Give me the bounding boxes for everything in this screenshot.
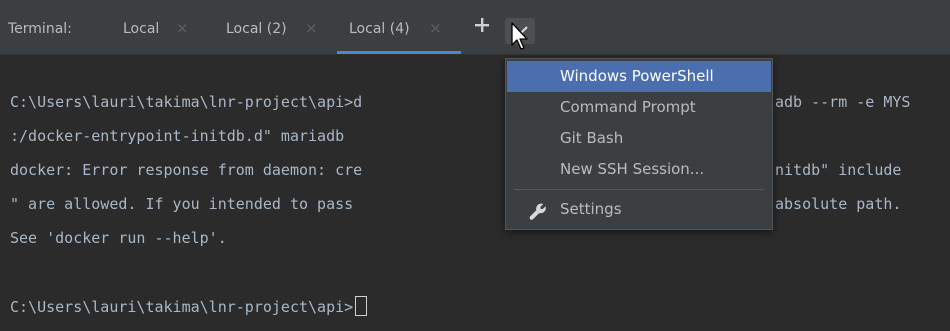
- close-icon[interactable]: ×: [176, 19, 189, 37]
- tab-label: Local (4): [349, 21, 410, 37]
- wrench-icon: [529, 201, 547, 220]
- terminal-line: See 'docker run --help'.: [10, 229, 227, 247]
- menu-item-label: Windows PowerShell: [560, 67, 714, 85]
- text-cursor: [355, 296, 368, 316]
- plus-icon[interactable]: [473, 15, 491, 37]
- menu-item-settings[interactable]: Settings: [507, 194, 771, 225]
- menu-item-command-prompt[interactable]: Command Prompt: [507, 92, 771, 123]
- tab-label: Local (2): [226, 21, 287, 37]
- menu-divider: [514, 189, 764, 190]
- terminal-line-fragment: absolute path.: [775, 195, 902, 213]
- terminal-line-fragment: nitdb" include: [775, 161, 902, 179]
- terminal-line: " are allowed. If you intended to pass: [10, 195, 354, 213]
- mouse-cursor-icon: [510, 22, 532, 52]
- terminal-line: docker: Error response from daemon: cre: [10, 161, 363, 179]
- terminal-window: Terminal: Local × Local (2) × Local (4) …: [0, 0, 950, 331]
- menu-item-label: Command Prompt: [560, 98, 696, 116]
- menu-item-label: New SSH Session...: [560, 160, 705, 178]
- terminal-tab-bar: Terminal: Local × Local (2) × Local (4) …: [0, 0, 950, 55]
- tab-local[interactable]: Local ×: [123, 0, 215, 54]
- close-icon[interactable]: ×: [429, 19, 442, 37]
- tab-local-2[interactable]: Local (2) ×: [226, 0, 326, 54]
- menu-item-label: Settings: [560, 200, 622, 218]
- terminal-prompt: C:\Users\lauri\takima\lnr-project\api>: [10, 298, 354, 316]
- terminal-label: Terminal:: [8, 21, 72, 37]
- new-session-menu: Windows PowerShell Command Prompt Git Ba…: [505, 58, 773, 230]
- menu-item-windows-powershell[interactable]: Windows PowerShell: [507, 61, 771, 92]
- terminal-line-fragment: adb --rm -e MYS: [775, 93, 911, 111]
- tab-label: Local: [123, 21, 160, 37]
- terminal-line: C:\Users\lauri\takima\lnr-project\api>d: [10, 93, 363, 111]
- terminal-line: :/docker-entrypoint-initdb.d" mariadb: [10, 127, 345, 145]
- menu-item-git-bash[interactable]: Git Bash: [507, 123, 771, 154]
- menu-item-label: Git Bash: [560, 129, 624, 147]
- menu-item-new-ssh-session[interactable]: New SSH Session...: [507, 154, 771, 185]
- close-icon[interactable]: ×: [305, 19, 318, 37]
- tab-local-4[interactable]: Local (4) ×: [337, 0, 461, 54]
- terminal-prompt-line: C:\Users\lauri\takima\lnr-project\api>: [10, 296, 368, 317]
- terminal-output[interactable]: C:\Users\lauri\takima\lnr-project\api>d …: [0, 56, 950, 331]
